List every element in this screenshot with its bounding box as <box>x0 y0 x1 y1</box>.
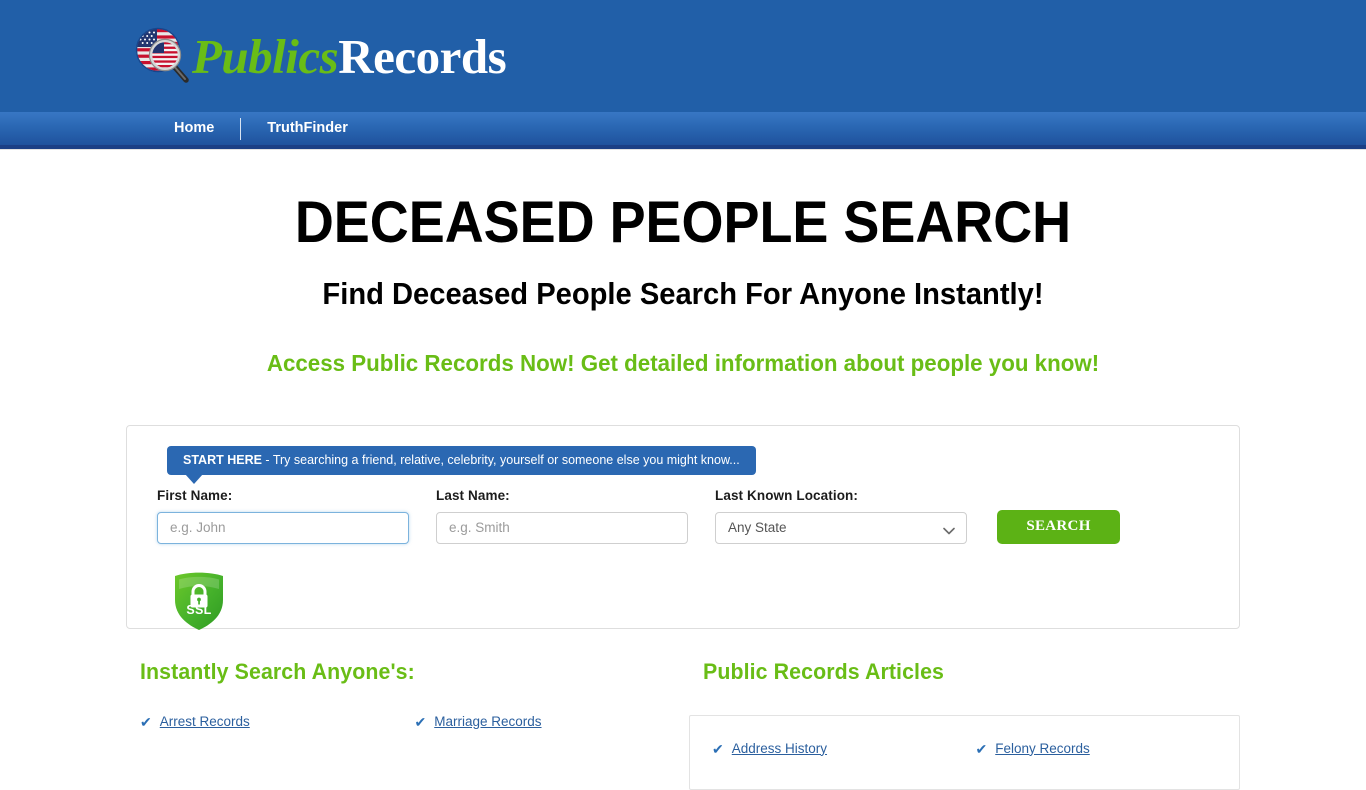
nav-item-home[interactable]: Home <box>148 112 240 145</box>
page-subtitle: Find Deceased People Search For Anyone I… <box>322 275 1044 311</box>
last-name-label: Last Name: <box>436 487 510 503</box>
site-logo[interactable]: PublicsRecords <box>128 20 507 92</box>
hero-section: DECEASED PEOPLE SEARCH Find Deceased Peo… <box>0 150 1366 377</box>
check-icon: ✔ <box>712 740 724 757</box>
site-header: PublicsRecords <box>0 0 1366 112</box>
last-name-input[interactable] <box>436 511 688 544</box>
ssl-badge: SSL <box>170 570 228 632</box>
check-icon: ✔ <box>414 713 427 730</box>
link-address-history[interactable]: Address History <box>732 741 827 757</box>
instant-search-links: ✔ Arrest Records ✔ Marriage Records <box>126 713 690 752</box>
first-name-label: First Name: <box>157 487 233 503</box>
articles-box: ✔ Address History ✔ Felony Records <box>689 714 1240 790</box>
search-panel: START HERE - Try searching a friend, rel… <box>126 424 1240 632</box>
logo-wordmark: PublicsRecords <box>192 28 507 84</box>
location-field-group: Last Known Location: Any State <box>715 488 967 544</box>
logo-text-records: Records <box>338 28 507 84</box>
list-item[interactable]: ✔ Address History <box>712 740 976 757</box>
nav-item-truthfinder[interactable]: TruthFinder <box>241 112 374 145</box>
articles-section: Public Records Articles ✔ Address Histor… <box>689 659 1240 790</box>
last-name-field-group: Last Name: <box>436 488 688 544</box>
start-here-text: - Try searching a friend, relative, cele… <box>261 452 740 467</box>
usa-flag-magnifier-icon <box>128 23 194 89</box>
list-item[interactable]: ✔ Arrest Records <box>140 713 415 730</box>
list-item[interactable]: ✔ Marriage Records <box>414 713 690 730</box>
logo-text-publics: Publics <box>192 28 339 84</box>
first-name-input[interactable] <box>157 511 409 544</box>
bottom-sections: Instantly Search Anyone's: ✔ Arrest Reco… <box>126 659 1240 790</box>
page-tagline: Access Public Records Now! Get detailed … <box>266 349 1100 376</box>
instant-search-section: Instantly Search Anyone's: ✔ Arrest Reco… <box>126 659 689 790</box>
location-label: Last Known Location: <box>715 487 858 503</box>
ssl-label: SSL <box>186 602 212 617</box>
search-button[interactable]: SEARCH <box>997 509 1120 544</box>
location-select[interactable]: Any State <box>715 511 967 544</box>
articles-heading: Public Records Articles <box>703 658 945 684</box>
link-marriage-records[interactable]: Marriage Records <box>434 714 541 730</box>
page-title: DECEASED PEOPLE SEARCH <box>294 190 1072 255</box>
search-fields-row: First Name: Last Name: Last Known Locati… <box>157 488 1219 544</box>
check-icon: ✔ <box>975 740 988 757</box>
link-felony-records[interactable]: Felony Records <box>995 741 1090 757</box>
articles-links: ✔ Address History ✔ Felony Records <box>690 740 1240 779</box>
main-navigation: Home TruthFinder <box>0 112 1366 149</box>
instant-search-heading: Instantly Search Anyone's: <box>140 658 415 684</box>
link-arrest-records[interactable]: Arrest Records <box>160 714 250 730</box>
first-name-field-group: First Name: <box>157 488 409 544</box>
start-here-label: START HERE <box>183 452 262 467</box>
start-here-callout: START HERE - Try searching a friend, rel… <box>167 445 756 484</box>
check-icon: ✔ <box>140 713 152 730</box>
list-item[interactable]: ✔ Felony Records <box>975 740 1240 757</box>
